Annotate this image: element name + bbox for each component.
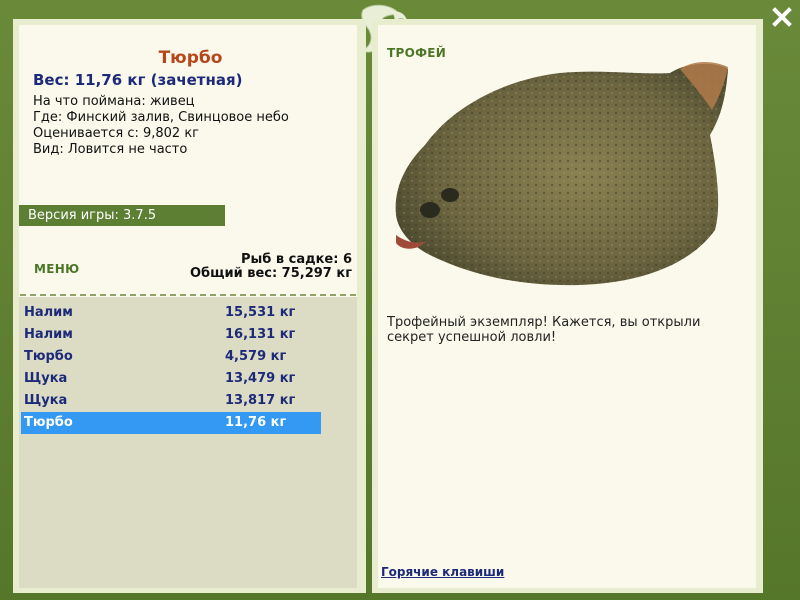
- kind-info: Вид: Ловится не часто: [33, 142, 188, 157]
- location-info: Где: Финский залив, Свинцовое небо: [33, 110, 289, 125]
- fish-list-weight: 4,579 кг: [225, 349, 287, 364]
- cage-count: Рыб в садке: 6: [240, 252, 352, 267]
- fish-list-row[interactable]: Тюрбо 11,76 кг: [21, 412, 321, 434]
- menu-button[interactable]: МЕНЮ: [34, 262, 79, 276]
- trophy-description: Трофейный экземпляр! Кажется, вы открыли…: [387, 315, 701, 345]
- value-info: Оценивается с: 9,802 кг: [33, 126, 200, 141]
- turbot-fish-image: [395, 62, 728, 286]
- hotkeys-link[interactable]: Горячие клавиши: [381, 565, 504, 579]
- game-version: Версия игры: 3.7.5: [19, 205, 225, 226]
- fish-list-name: Тюрбо: [24, 415, 73, 430]
- fish-list-row[interactable]: Налим 16,131 кг: [21, 324, 321, 346]
- fish-list-weight: 11,76 кг: [225, 415, 287, 430]
- fish-list-row[interactable]: Щука 13,479 кг: [21, 368, 321, 390]
- fish-list-weight: 13,479 кг: [225, 371, 296, 386]
- fish-name-title: Тюрбо: [158, 48, 223, 68]
- bait-info: На что поймана: живец: [33, 94, 195, 109]
- fish-list-name: Щука: [24, 371, 68, 386]
- fish-weight: Вес: 11,76 кг (зачетная): [33, 71, 243, 89]
- fish-list-name: Налим: [24, 327, 73, 342]
- fish-list-name: Налим: [24, 305, 73, 320]
- divider: [20, 294, 356, 296]
- total-weight: Общий вес: 75,297 кг: [189, 266, 352, 281]
- fish-list-row[interactable]: Щука 13,817 кг: [21, 390, 321, 412]
- fish-list-weight: 15,531 кг: [225, 305, 296, 320]
- fish-list-row[interactable]: Налим 15,531 кг: [21, 302, 321, 324]
- fish-list-weight: 16,131 кг: [225, 327, 296, 342]
- close-icon[interactable]: [770, 5, 794, 29]
- fish-list-row[interactable]: Тюрбо 4,579 кг: [21, 346, 321, 368]
- fish-list-name: Тюрбо: [24, 349, 73, 364]
- fish-list-weight: 13,817 кг: [225, 393, 296, 408]
- fish-list-name: Щука: [24, 393, 68, 408]
